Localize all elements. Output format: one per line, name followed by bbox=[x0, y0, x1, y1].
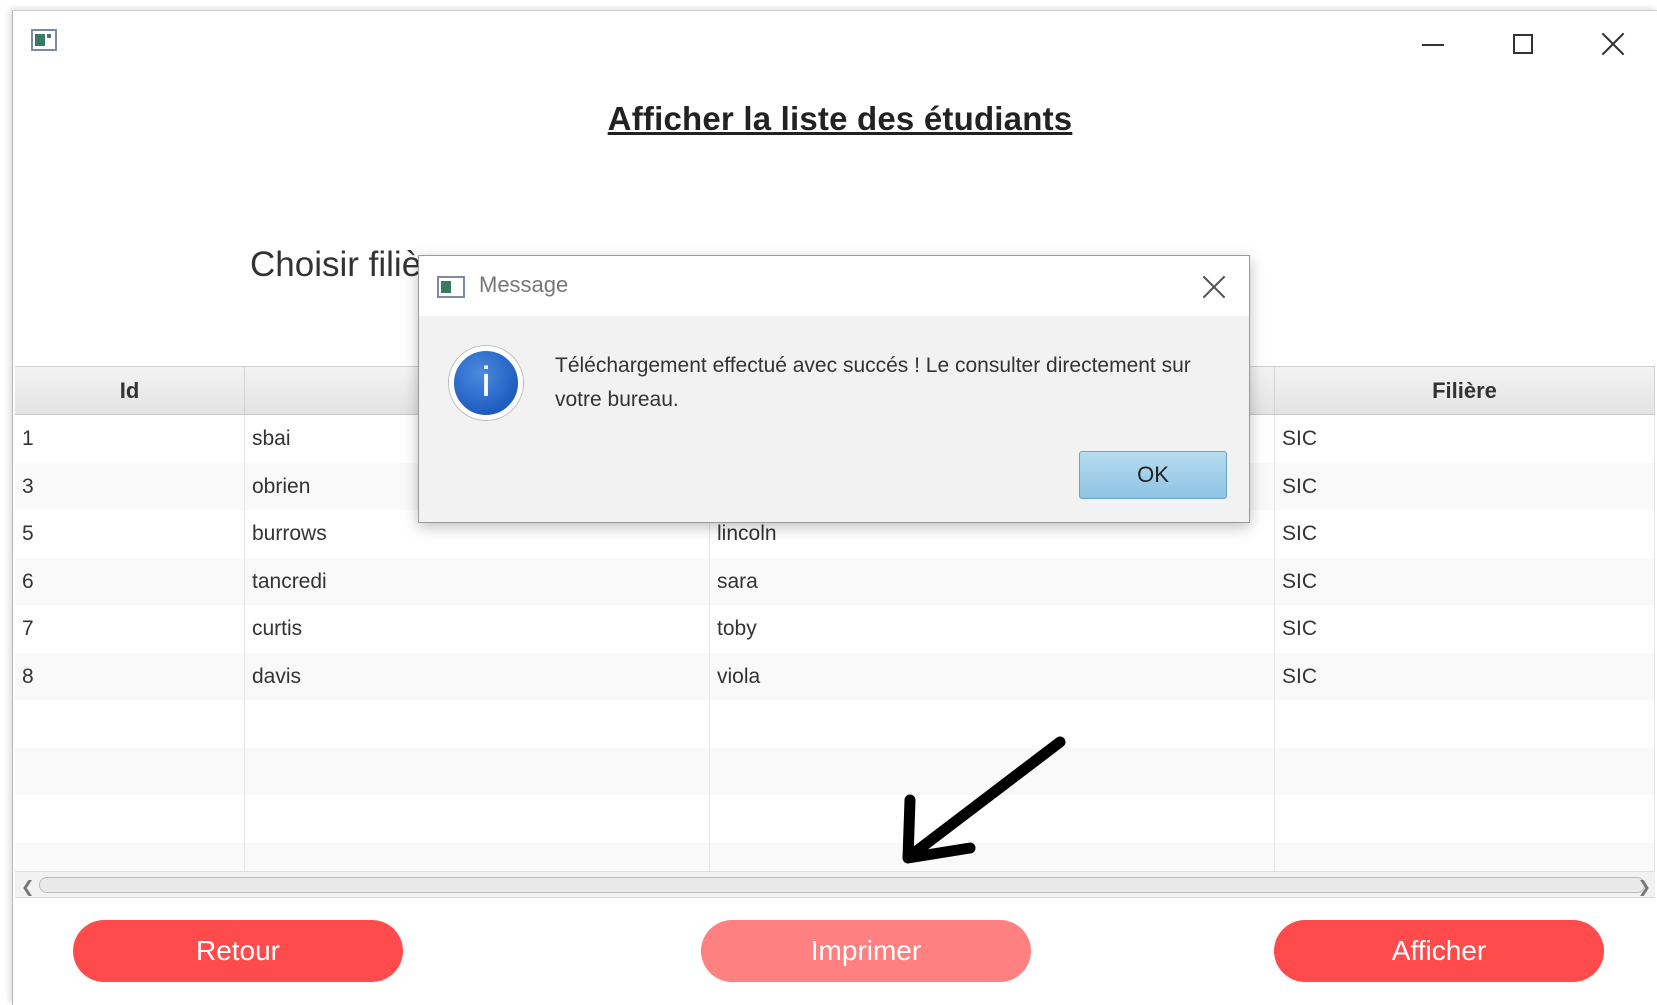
cell-filiere: SIC bbox=[1275, 605, 1655, 653]
page-title: Afficher la liste des étudiants bbox=[607, 100, 1073, 137]
column-header-id[interactable]: Id bbox=[15, 367, 245, 415]
scrollbar-thumb[interactable] bbox=[39, 877, 1645, 893]
cell-filiere: SIC bbox=[1275, 462, 1655, 510]
empty-row bbox=[15, 747, 1655, 795]
cell-id: 5 bbox=[15, 510, 245, 558]
ok-button[interactable]: OK bbox=[1079, 451, 1227, 499]
divider bbox=[15, 897, 1655, 898]
cell-prenom: toby bbox=[710, 605, 1275, 653]
maximize-button[interactable] bbox=[1493, 27, 1553, 61]
cell-nom: tancredi bbox=[245, 557, 710, 605]
maximize-icon bbox=[1513, 34, 1533, 54]
cell-nom: curtis bbox=[245, 605, 710, 653]
cell-filiere: SIC bbox=[1275, 557, 1655, 605]
dialog-titlebar: Message bbox=[419, 256, 1249, 316]
scroll-right-icon[interactable]: ❯ bbox=[1638, 877, 1651, 896]
table-row[interactable]: 8 davis viola SIC bbox=[15, 652, 1655, 700]
cell-id: 7 bbox=[15, 605, 245, 653]
minimize-button[interactable] bbox=[1403, 27, 1463, 61]
dialog-close-icon[interactable] bbox=[1201, 274, 1227, 300]
empty-row bbox=[15, 795, 1655, 843]
minimize-icon bbox=[1422, 44, 1444, 46]
cell-id: 8 bbox=[15, 652, 245, 700]
imprimer-button[interactable]: Imprimer bbox=[701, 920, 1031, 982]
dialog-app-icon bbox=[437, 276, 465, 298]
cell-id: 3 bbox=[15, 462, 245, 510]
message-dialog: Message i Téléchargement effectué avec s… bbox=[418, 255, 1250, 523]
app-icon bbox=[31, 29, 57, 51]
cell-id: 6 bbox=[15, 557, 245, 605]
retour-button[interactable]: Retour bbox=[73, 920, 403, 982]
cell-filiere: SIC bbox=[1275, 652, 1655, 700]
cell-id: 1 bbox=[15, 415, 245, 463]
dialog-title: Message bbox=[479, 272, 569, 297]
column-header-filiere[interactable]: Filière bbox=[1275, 367, 1655, 415]
horizontal-scrollbar[interactable]: ❮ ❯ bbox=[15, 871, 1655, 897]
dialog-message: Téléchargement effectué avec succés ! Le… bbox=[555, 354, 1191, 411]
cell-nom: davis bbox=[245, 652, 710, 700]
close-button[interactable] bbox=[1583, 27, 1643, 61]
info-icon: i bbox=[449, 346, 523, 420]
cell-filiere: SIC bbox=[1275, 415, 1655, 463]
table-row[interactable]: 6 tancredi sara SIC bbox=[15, 557, 1655, 605]
afficher-button[interactable]: Afficher bbox=[1274, 920, 1604, 982]
filiere-label: Choisir filière bbox=[250, 245, 430, 284]
close-icon bbox=[1601, 32, 1625, 56]
scroll-left-icon[interactable]: ❮ bbox=[21, 877, 34, 896]
table-row[interactable]: 7 curtis toby SIC bbox=[15, 605, 1655, 653]
cell-prenom: viola bbox=[710, 652, 1275, 700]
cell-filiere: SIC bbox=[1275, 510, 1655, 558]
empty-row bbox=[15, 700, 1655, 748]
annotation-arrow-icon bbox=[902, 736, 1066, 864]
cell-prenom: sara bbox=[710, 557, 1275, 605]
